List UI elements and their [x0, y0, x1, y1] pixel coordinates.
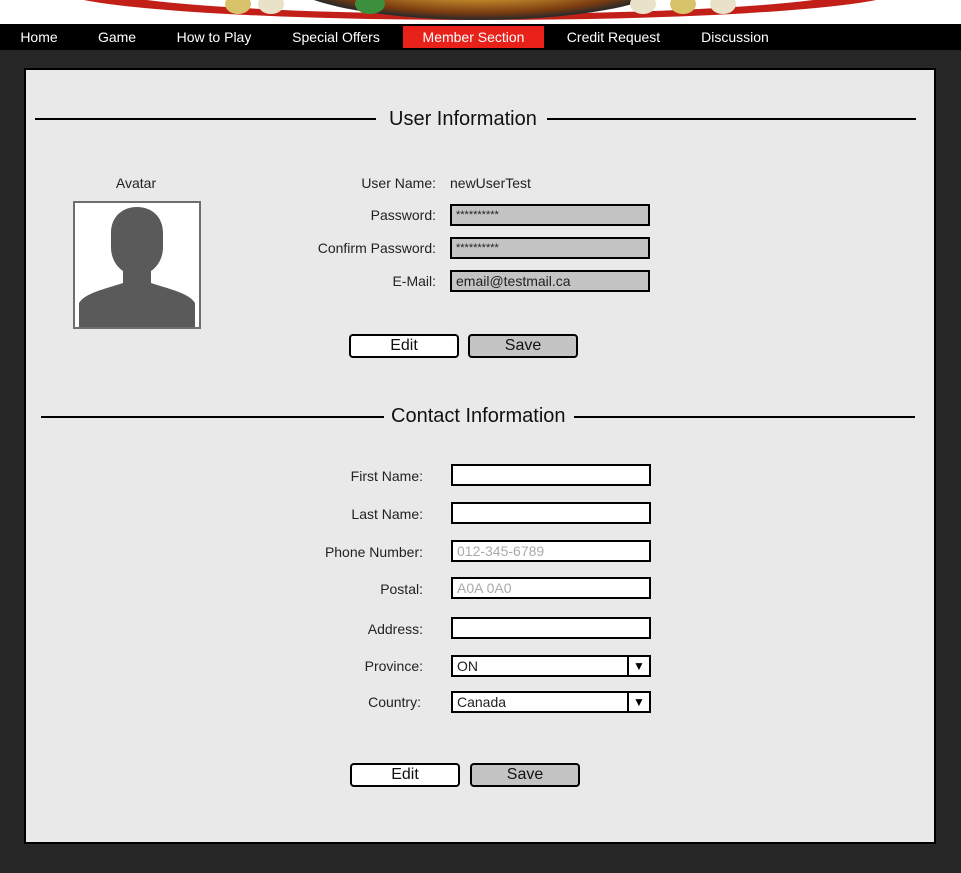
- user-edit-button[interactable]: Edit: [349, 334, 459, 358]
- postal-label: Postal:: [380, 581, 423, 597]
- confirm-password-label: Confirm Password:: [317, 240, 436, 256]
- first-name-label: First Name:: [350, 468, 423, 484]
- confirm-password-field[interactable]: **********: [450, 237, 650, 259]
- nav-home[interactable]: Home: [10, 26, 68, 48]
- email-field[interactable]: email@testmail.ca: [450, 270, 650, 292]
- password-label: Password:: [370, 207, 436, 223]
- nav-credit-request[interactable]: Credit Request: [556, 26, 671, 48]
- country-label: Country:: [368, 694, 421, 710]
- phone-number-label: Phone Number:: [324, 544, 423, 560]
- contact-edit-button[interactable]: Edit: [350, 763, 460, 787]
- first-name-field[interactable]: [451, 464, 651, 486]
- address-label: Address:: [367, 621, 423, 637]
- divider-line: [547, 118, 916, 120]
- address-field[interactable]: [451, 617, 651, 639]
- divider-line: [41, 416, 384, 418]
- main-nav: Home Game How to Play Special Offers Mem…: [0, 24, 961, 50]
- contact-information-title: Contact Information: [391, 405, 566, 427]
- user-save-button[interactable]: Save: [468, 334, 578, 358]
- nav-how-to-play[interactable]: How to Play: [166, 26, 262, 48]
- email-label: E-Mail:: [392, 273, 436, 289]
- header-banner: [0, 0, 961, 24]
- avatar[interactable]: [73, 201, 201, 329]
- triangle-down-icon[interactable]: ▼: [627, 693, 649, 711]
- province-label: Province:: [364, 658, 423, 674]
- postal-field[interactable]: A0A 0A0: [451, 577, 651, 599]
- password-field[interactable]: **********: [450, 204, 650, 226]
- user-name-value: newUserTest: [450, 175, 531, 191]
- user-silhouette-icon: [79, 207, 195, 327]
- divider-line: [574, 416, 915, 418]
- country-selected-value: Canada: [457, 694, 507, 710]
- user-information-title: User Information: [389, 108, 537, 130]
- nav-game[interactable]: Game: [88, 26, 146, 48]
- country-select[interactable]: Canada ▼: [451, 691, 651, 713]
- nav-member-section[interactable]: Member Section: [403, 26, 544, 48]
- divider-line: [35, 118, 376, 120]
- contact-save-button[interactable]: Save: [470, 763, 580, 787]
- phone-number-placeholder: 012-345-6789: [457, 543, 545, 559]
- user-name-label: User Name:: [361, 175, 436, 191]
- province-select[interactable]: ON ▼: [451, 655, 651, 677]
- province-selected-value: ON: [457, 658, 478, 674]
- last-name-label: Last Name:: [351, 506, 423, 522]
- nav-discussion[interactable]: Discussion: [691, 26, 779, 48]
- avatar-label: Avatar: [115, 175, 157, 191]
- phone-number-field[interactable]: 012-345-6789: [451, 540, 651, 562]
- nav-special-offers[interactable]: Special Offers: [281, 26, 391, 48]
- triangle-down-icon[interactable]: ▼: [627, 657, 649, 675]
- last-name-field[interactable]: [451, 502, 651, 524]
- postal-placeholder: A0A 0A0: [457, 580, 512, 596]
